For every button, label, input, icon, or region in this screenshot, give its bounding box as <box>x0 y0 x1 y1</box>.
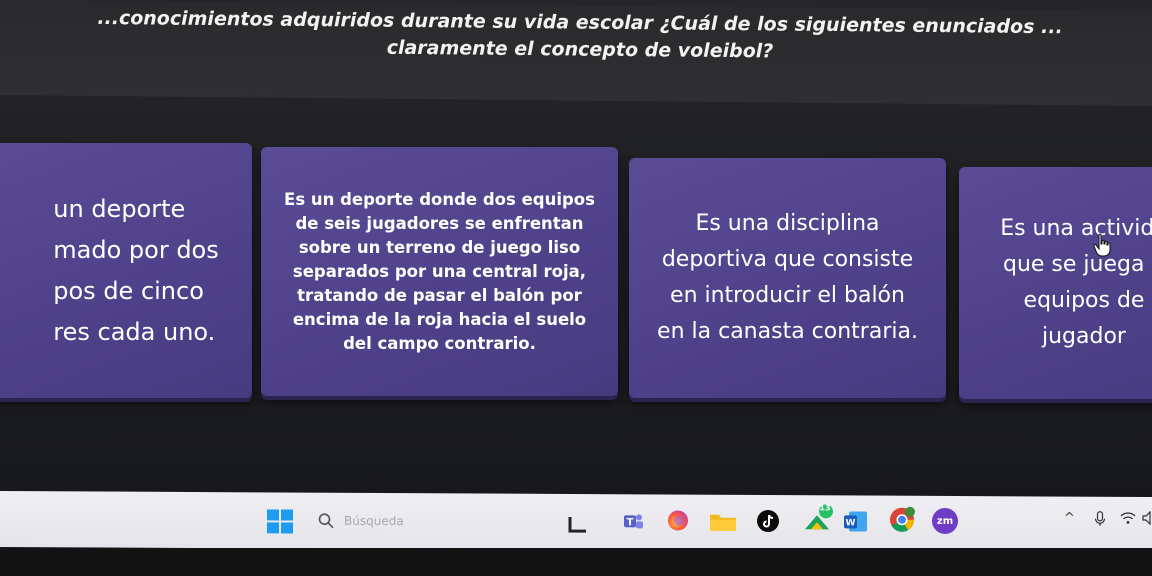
zoom-label: zm <box>936 515 954 527</box>
svg-text:W: W <box>846 518 856 528</box>
answer-text-2: Es un deporte donde dos equipos de seis … <box>284 189 595 353</box>
wifi-button[interactable] <box>1120 511 1136 529</box>
screen: ...conocimientos adquiridos durante su v… <box>0 0 1152 576</box>
question-text: ...conocimientos adquiridos durante su v… <box>97 6 1063 63</box>
tiktok-icon <box>757 510 779 533</box>
question-bar: ...conocimientos adquiridos durante su v… <box>0 0 1152 107</box>
firefox-button[interactable] <box>664 506 692 534</box>
answer-card-1[interactable]: un deporte mado por dos pos de cinco res… <box>0 143 252 398</box>
wifi-icon <box>1120 512 1136 524</box>
answer-text-1: un deporte mado por dos pos de cinco res… <box>53 194 219 346</box>
answer-card-3[interactable]: Es una disciplina deportiva que consiste… <box>629 158 946 398</box>
file-explorer-button[interactable] <box>566 512 590 536</box>
answer-card-4[interactable]: Es una activida que se juega e equipos d… <box>959 167 1152 399</box>
taskbar-search-box[interactable]: Búsqueda <box>318 509 538 534</box>
microphone-button[interactable] <box>1094 511 1106 531</box>
teams-icon: T <box>624 514 643 529</box>
taskbar: Búsqueda T 13 W zm ^ <box>0 491 1152 554</box>
answer-text-3: Es una disciplina deportiva que consiste… <box>657 211 918 344</box>
word-icon: W <box>844 511 867 532</box>
zoom-button[interactable]: zm <box>930 506 960 536</box>
tiktok-button[interactable] <box>754 507 782 535</box>
zoom-icon: zm <box>932 507 958 535</box>
microphone-icon <box>1094 511 1106 526</box>
folder-icon <box>710 514 736 531</box>
whatsapp-button[interactable]: 13 <box>800 501 836 537</box>
windows-start-button[interactable] <box>266 508 294 534</box>
answer-text-4: Es una activida que se juega e equipos d… <box>1000 216 1152 349</box>
chrome-icon <box>890 506 915 532</box>
answer-card-2[interactable]: Es un deporte donde dos equipos de seis … <box>261 147 618 396</box>
volume-button[interactable] <box>1142 510 1152 529</box>
search-placeholder: Búsqueda <box>344 513 404 529</box>
hand-pointer-icon <box>1093 233 1111 257</box>
word-button[interactable]: W <box>842 507 870 535</box>
search-icon <box>318 513 334 529</box>
svg-text:T: T <box>627 517 634 528</box>
folder-button[interactable] <box>708 509 738 535</box>
firefox-icon <box>668 510 688 531</box>
chrome-button[interactable] <box>886 504 918 536</box>
windows-start-icon <box>267 509 293 534</box>
teams-button[interactable]: T <box>620 508 646 534</box>
chevron-up-icon: ^ <box>1064 510 1075 526</box>
file-explorer-icon <box>568 516 586 533</box>
monitor-bezel <box>0 548 1152 576</box>
whatsapp-badge: 13 <box>819 503 831 513</box>
volume-icon <box>1142 510 1151 526</box>
show-hidden-icons-button[interactable]: ^ <box>1064 511 1075 526</box>
